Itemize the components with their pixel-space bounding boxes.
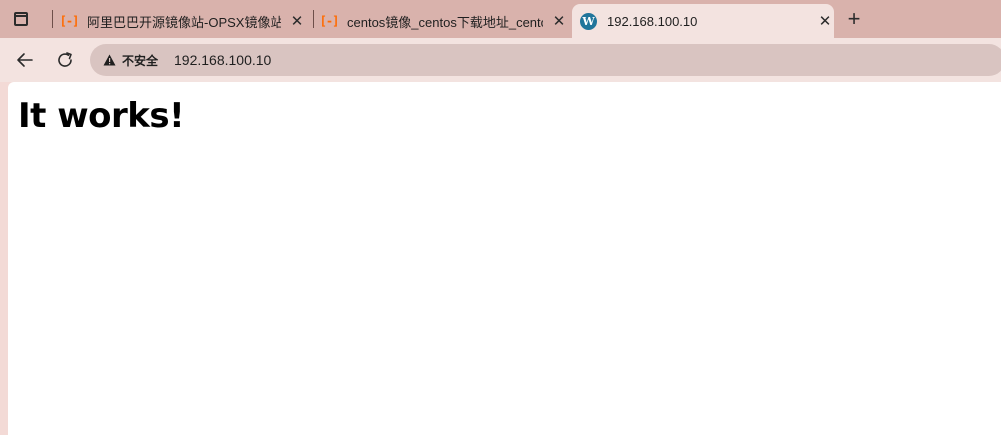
security-status-label[interactable]: 不安全 — [122, 52, 158, 69]
warning-triangle-icon[interactable] — [102, 53, 116, 67]
aliyun-bracket-icon: [-] — [319, 14, 340, 28]
close-tab-icon[interactable]: ✕ — [551, 13, 567, 30]
tab-centos-mirror[interactable]: [-] centos镜像_centos下载地址_centos ✕ — [313, 4, 573, 38]
arrow-left-icon — [17, 53, 33, 67]
tab-aliyun-mirror[interactable]: [-] 阿里巴巴开源镜像站-OPSX镜像站 ✕ — [53, 4, 311, 38]
close-tab-icon[interactable]: ✕ — [289, 13, 305, 30]
address-bar[interactable]: 不安全 192.168.100.10 — [90, 44, 1001, 76]
tab-title: centos镜像_centos下载地址_centos — [347, 14, 543, 30]
tab-title: 192.168.100.10 — [607, 13, 698, 29]
new-tab-button[interactable]: + — [843, 6, 865, 31]
tab-title: 阿里巴巴开源镜像站-OPSX镜像站 — [87, 14, 281, 30]
wordpress-icon: W — [580, 12, 597, 30]
warning-triangle-shape — [103, 54, 115, 66]
url-text[interactable]: 192.168.100.10 — [174, 52, 271, 68]
reload-icon — [58, 52, 72, 67]
tab-active-local-site[interactable]: W 192.168.100.10 ✕ — [572, 4, 834, 38]
close-tab-icon[interactable]: ✕ — [817, 13, 833, 30]
aliyun-bracket-icon: [-] — [59, 14, 80, 28]
tab-strip: [-] 阿里巴巴开源镜像站-OPSX镜像站 ✕ [-] centos镜像_cen… — [0, 0, 1001, 38]
tab-actions-menu-button[interactable] — [8, 7, 34, 31]
page-heading: It works! — [18, 96, 185, 136]
reload-button[interactable] — [52, 47, 78, 73]
page-viewport: It works! — [8, 82, 1001, 435]
back-button[interactable] — [12, 47, 38, 73]
tab-actions-icon — [14, 12, 28, 26]
browser-toolbar: 不安全 192.168.100.10 — [0, 38, 1001, 82]
